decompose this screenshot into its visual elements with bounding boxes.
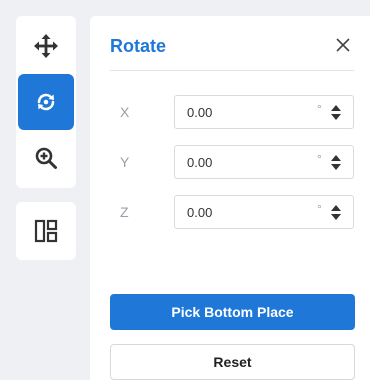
panel-divider — [110, 70, 354, 71]
axis-label-z: Z — [120, 204, 129, 220]
rotation-y-value: 0.00 — [187, 155, 213, 170]
rotation-x-stepper[interactable] — [330, 104, 342, 122]
rotate-panel: Rotate X 0.00 ° Y 0.00 ° Z 0.00 ° Pick B… — [90, 16, 370, 380]
layout-icon — [34, 219, 58, 243]
axis-row-x: X 0.00 ° — [90, 95, 370, 129]
zoom-tool-button[interactable] — [18, 130, 74, 186]
axis-label-x: X — [120, 104, 130, 120]
decrement-arrow-icon[interactable] — [331, 164, 341, 170]
rotation-z-stepper[interactable] — [330, 204, 342, 222]
close-button[interactable] — [332, 34, 354, 56]
layout-tool-button[interactable] — [18, 203, 74, 259]
axis-row-z: Z 0.00 ° — [90, 195, 370, 229]
decrement-arrow-icon[interactable] — [331, 214, 341, 220]
zoom-in-icon — [35, 147, 57, 169]
rotate-icon — [37, 93, 55, 111]
rotation-z-input[interactable]: 0.00 ° — [174, 195, 354, 229]
increment-arrow-icon[interactable] — [331, 155, 341, 161]
decrement-arrow-icon[interactable] — [331, 114, 341, 120]
increment-arrow-icon[interactable] — [331, 105, 341, 111]
close-icon — [336, 38, 350, 52]
degree-unit: ° — [317, 202, 322, 216]
rotation-z-value: 0.00 — [187, 205, 213, 220]
transform-toolbar — [16, 16, 76, 188]
rotation-x-input[interactable]: 0.00 ° — [174, 95, 354, 129]
rotation-y-input[interactable]: 0.00 ° — [174, 145, 354, 179]
increment-arrow-icon[interactable] — [331, 205, 341, 211]
layout-toolbar — [16, 202, 76, 260]
reset-button[interactable]: Reset — [110, 344, 355, 380]
degree-unit: ° — [317, 152, 322, 166]
pick-bottom-place-button[interactable]: Pick Bottom Place — [110, 294, 355, 330]
rotation-y-stepper[interactable] — [330, 154, 342, 172]
axis-label-y: Y — [120, 154, 130, 170]
degree-unit: ° — [317, 102, 322, 116]
move-icon — [34, 34, 58, 58]
rotate-tool-button[interactable] — [18, 74, 74, 130]
axis-row-y: Y 0.00 ° — [90, 145, 370, 179]
rotation-x-value: 0.00 — [187, 105, 213, 120]
move-tool-button[interactable] — [18, 18, 74, 74]
panel-title: Rotate — [110, 36, 167, 56]
